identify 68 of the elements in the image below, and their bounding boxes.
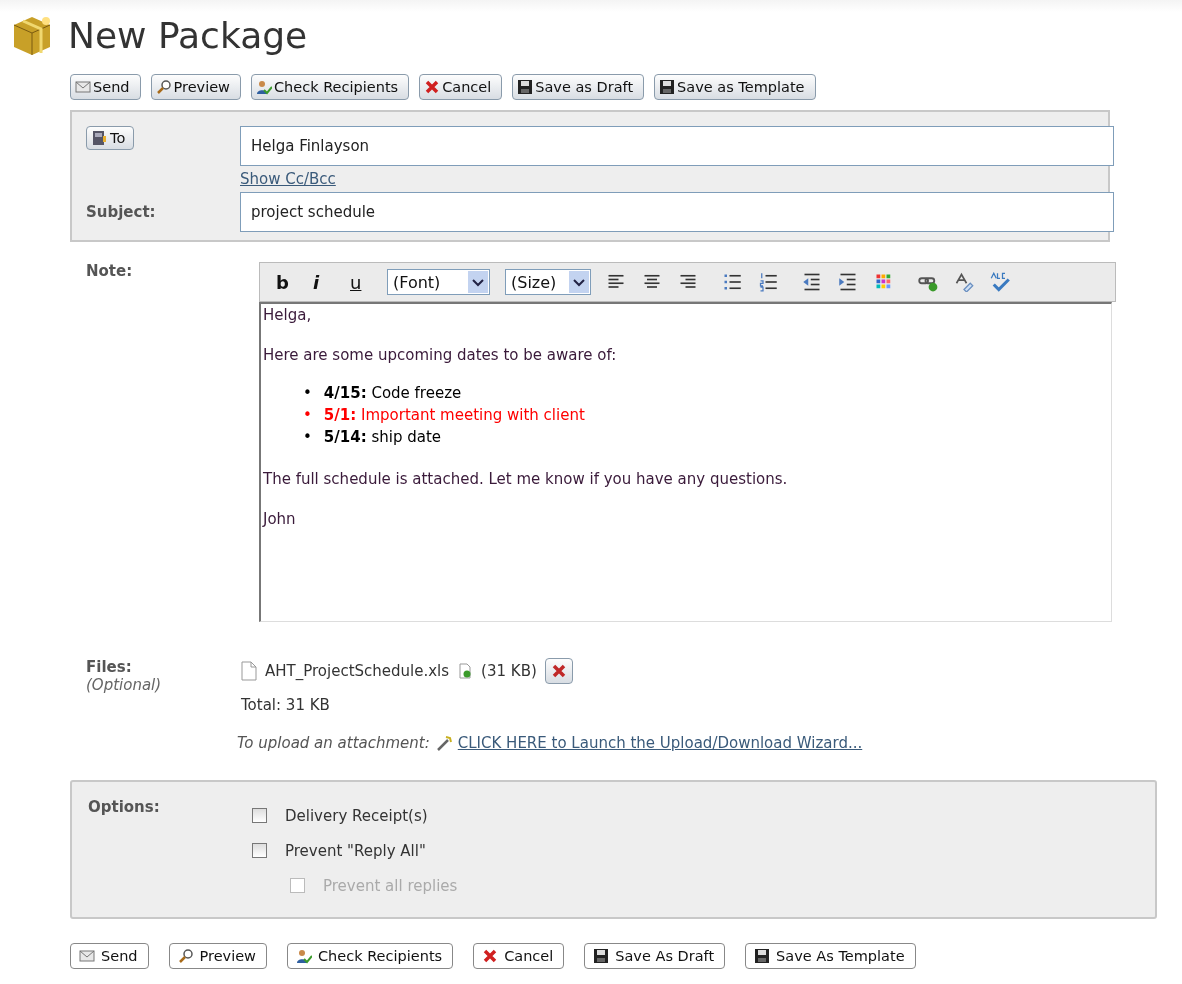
remove-file-button[interactable] — [544, 658, 573, 684]
send-button[interactable]: Send — [70, 943, 149, 969]
magnifier-icon — [155, 79, 172, 95]
bullet: • — [303, 383, 312, 404]
bold-button[interactable]: b — [276, 271, 313, 293]
upload-prompt: To upload an attachment: — [237, 734, 430, 752]
file-check-icon — [457, 663, 474, 679]
outdent-icon[interactable] — [802, 272, 822, 292]
cancel-button[interactable]: Cancel — [419, 74, 503, 100]
address-book-icon — [91, 130, 107, 146]
save-button[interactable]: Save As Draft — [584, 943, 726, 969]
note-paragraph: Helga, — [263, 306, 313, 324]
checkbox-label: Prevent all replies — [323, 876, 458, 895]
files-label: Files: — [86, 658, 133, 676]
numbered-list-icon[interactable] — [758, 272, 778, 292]
preview-button[interactable]: Preview — [150, 74, 241, 100]
page-title: New Package — [68, 14, 308, 56]
x-icon — [424, 79, 441, 95]
note-list-item: 5/14: ship date — [323, 427, 442, 448]
bulleted-list-icon[interactable] — [722, 272, 742, 292]
cancel-button[interactable]: Cancel — [473, 943, 565, 969]
file-name: AHT_ProjectSchedule.xls — [265, 662, 450, 680]
to-button[interactable]: To — [86, 126, 135, 150]
note-label: Note: — [86, 262, 134, 282]
total-size: Total: 31 KB — [241, 696, 331, 714]
magnifier-icon — [177, 948, 194, 964]
bullet: • — [303, 427, 312, 448]
bullet: • — [303, 405, 312, 426]
checkbox-label: Delivery Receipt(s) — [285, 806, 428, 825]
x-icon — [482, 948, 499, 964]
indent-icon[interactable] — [838, 272, 858, 292]
person-check-icon — [256, 79, 272, 95]
save-button[interactable]: Save as Draft — [512, 74, 645, 100]
upload-wizard-link[interactable]: CLICK HERE to Launch the Upload/Download Wizard... — [457, 734, 863, 752]
checkbox[interactable] — [252, 843, 267, 858]
note-paragraph: Here are some upcoming dates to be aware of: — [263, 346, 618, 364]
show-cc-bcc-link[interactable]: Show Cc/Bcc — [240, 166, 1114, 192]
send-button[interactable]: Send — [70, 74, 141, 100]
check-button[interactable]: Check Recipients — [287, 943, 454, 969]
eraser-icon[interactable] — [954, 272, 974, 292]
underline-button[interactable]: u — [350, 271, 387, 293]
subject-label: Subject: — [86, 203, 157, 221]
spellcheck-icon[interactable] — [990, 272, 1010, 292]
x-icon — [550, 663, 567, 679]
save-button[interactable]: Save As Template — [745, 943, 916, 969]
note-paragraph: John — [263, 510, 297, 528]
document-icon — [241, 661, 257, 681]
note-paragraph: The full schedule is attached. Let me know if you have any questions. — [263, 470, 789, 488]
size-dropdown[interactable]: (Size) — [505, 269, 591, 295]
subject-field[interactable]: project schedule — [240, 192, 1114, 232]
to-field[interactable]: Helga Finlayson — [240, 126, 1114, 166]
save-button[interactable]: Save as Template — [654, 74, 816, 100]
checkbox-label: Prevent "Reply All" — [285, 841, 426, 860]
preview-button[interactable]: Preview — [168, 943, 267, 969]
file-size: (31 KB) — [481, 662, 537, 680]
envelope-icon — [75, 79, 91, 95]
envelope-icon — [79, 948, 95, 964]
checkbox[interactable] — [252, 808, 267, 823]
optional-hint: (Optional) — [86, 676, 163, 694]
italic-button[interactable]: i — [313, 271, 350, 293]
options-label: Options: — [88, 798, 161, 818]
note-editor[interactable] — [259, 302, 1112, 622]
person-check-icon — [296, 948, 312, 964]
font-dropdown[interactable]: (Font) — [387, 269, 490, 295]
note-list-item: 4/15: Code freeze — [323, 383, 462, 404]
wand-icon — [435, 735, 452, 751]
note-list-item: 5/1: Important meeting with client — [323, 405, 585, 426]
check-button[interactable]: Check Recipients — [251, 74, 410, 100]
